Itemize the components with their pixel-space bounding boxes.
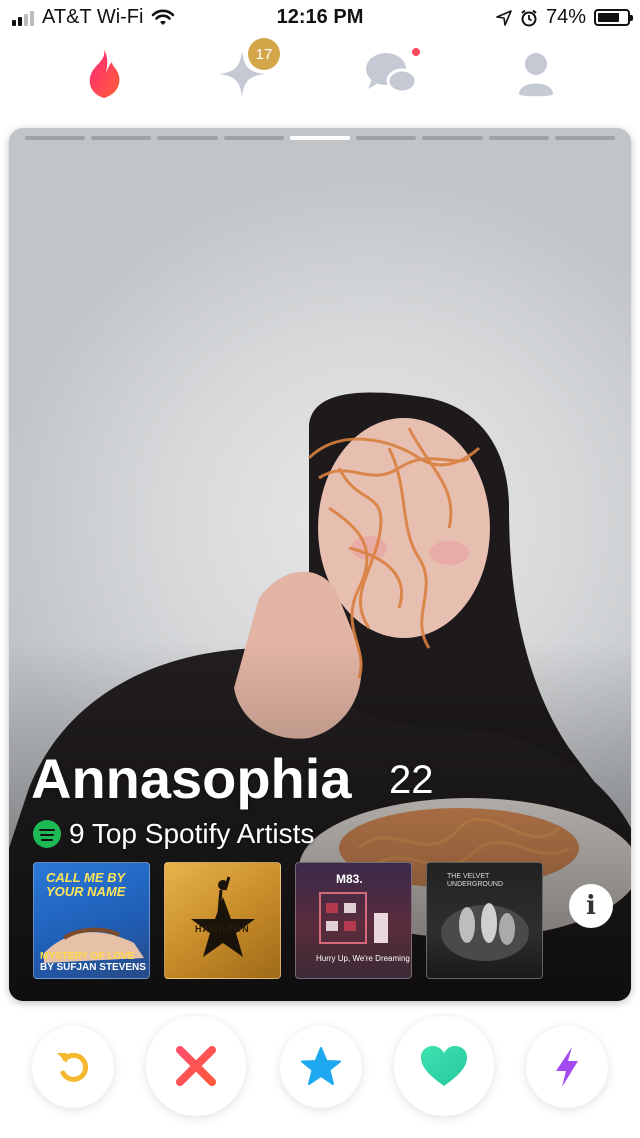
super-like-button[interactable]	[280, 1026, 362, 1108]
photo-progress-segment[interactable]	[554, 136, 615, 140]
chat-bubbles-icon	[366, 53, 418, 94]
nope-button[interactable]	[146, 1016, 246, 1116]
photo-progress-segment[interactable]	[488, 136, 549, 140]
like-button[interactable]	[394, 1016, 494, 1116]
album-title: HAMILTON	[195, 924, 250, 934]
album-art-band	[441, 903, 529, 961]
location-arrow-icon	[496, 9, 512, 26]
rewind-icon	[57, 1052, 89, 1082]
photo-progress-segment[interactable]	[157, 136, 218, 140]
nav-chats-button[interactable]	[362, 44, 422, 104]
photo-progress-segment[interactable]	[289, 136, 351, 140]
flame-icon	[89, 50, 120, 98]
photo-progress-segment[interactable]	[91, 136, 152, 140]
alarm-icon	[521, 9, 537, 26]
album-artist: BY SUFJAN STEVENS	[40, 962, 146, 973]
spotify-albums: CALL ME BY YOUR NAME MYSTERY OF LOVE BY …	[33, 862, 543, 979]
photo-progress-segment[interactable]	[422, 136, 483, 140]
album-cover-m83[interactable]: M83. Hurry Up, We're Dreaming	[295, 862, 412, 979]
rewind-button[interactable]	[32, 1026, 114, 1108]
photo-progress-segment[interactable]	[25, 136, 86, 140]
star-figure-icon	[191, 876, 255, 957]
album-subtitle: Hurry Up, We're Dreaming	[316, 954, 410, 964]
heart-icon	[421, 1046, 467, 1086]
profile-card[interactable]: Annasophia 22 9 Top Spotify Artists CALL…	[9, 128, 631, 1001]
status-right-group: 74%	[496, 6, 633, 29]
profile-age: 22	[389, 758, 434, 802]
spotify-label: 9 Top Spotify Artists	[69, 818, 315, 849]
person-icon	[519, 53, 553, 97]
album-cover-call-me-by-your-name[interactable]: CALL ME BY YOUR NAME MYSTERY OF LOVE BY …	[33, 862, 150, 979]
battery-icon	[594, 9, 633, 26]
chat-notification-dot	[412, 48, 420, 56]
lightning-icon	[556, 1047, 578, 1087]
close-icon	[176, 1046, 216, 1086]
top-nav: 17	[0, 36, 640, 116]
photo-progress-segment[interactable]	[356, 136, 417, 140]
nav-profile-button[interactable]	[506, 44, 566, 104]
star-icon	[301, 1047, 341, 1085]
nav-flame-button[interactable]	[74, 44, 134, 104]
status-bar: AT&T Wi-Fi 12:16 PM 74%	[0, 0, 640, 36]
boost-button[interactable]	[526, 1026, 608, 1108]
info-button[interactable]: i	[569, 884, 613, 928]
gold-badge: 17	[248, 38, 280, 70]
battery-percent: 74%	[545, 6, 586, 28]
photo-progress-segment[interactable]	[223, 136, 284, 140]
photo-progress-bar	[25, 136, 615, 140]
album-cover-velvet-underground[interactable]: THE VELVET UNDERGROUND	[426, 862, 543, 979]
action-bar	[0, 1010, 640, 1130]
album-song: MYSTERY OF LOVE	[40, 951, 135, 962]
spotify-anthem-row: 9 Top Spotify Artists	[33, 818, 314, 850]
album-cover-hamilton[interactable]: HAMILTON	[164, 862, 281, 979]
nav-gold-button[interactable]: 17	[212, 38, 280, 104]
profile-name: Annasophia	[31, 747, 352, 810]
spotify-icon	[33, 820, 61, 848]
